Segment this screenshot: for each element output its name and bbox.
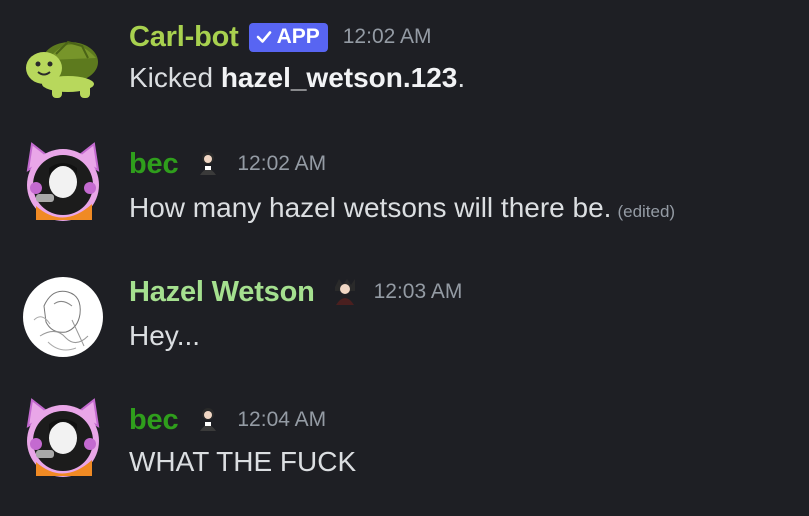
message-header: bec 12:02 AM bbox=[129, 144, 326, 184]
turtle-icon[interactable] bbox=[22, 24, 104, 106]
figure-icon[interactable] bbox=[331, 277, 359, 307]
message-header: Hazel Wetson 12:03 AM bbox=[129, 272, 462, 312]
username[interactable]: Hazel Wetson bbox=[129, 276, 315, 309]
message-text: Hey... bbox=[129, 320, 201, 351]
app-badge: APP bbox=[248, 22, 328, 52]
message-content: WHAT THE FUCK bbox=[129, 446, 356, 478]
message-content: Hey... bbox=[129, 320, 200, 352]
checkmark-icon bbox=[256, 31, 271, 43]
figure-icon[interactable] bbox=[194, 405, 222, 435]
message-content: Kicked hazel_wetson.123. bbox=[129, 62, 465, 94]
figure-icon[interactable] bbox=[194, 149, 222, 179]
message-text: How many hazel wetsons will there be. bbox=[129, 192, 612, 223]
message-header: bec 12:04 AM bbox=[129, 400, 326, 440]
message-text: WHAT THE FUCK bbox=[129, 446, 357, 477]
username[interactable]: bec bbox=[129, 404, 179, 437]
message-bec: bec 12:04 AM WHAT THE FUCK bbox=[0, 386, 809, 496]
message-text-suffix: . bbox=[457, 62, 466, 93]
timestamp[interactable]: 12:02 AM bbox=[343, 25, 432, 49]
app-badge-label: APP bbox=[276, 25, 320, 48]
sketch-avatar[interactable] bbox=[22, 276, 104, 358]
cat-ear-headphones-avatar[interactable] bbox=[22, 396, 104, 478]
message-hazel-wetson: Hazel Wetson 12:03 AM Hey... bbox=[0, 260, 809, 370]
username[interactable]: Carl-bot bbox=[129, 21, 239, 54]
message-content: How many hazel wetsons will there be. (ed… bbox=[129, 192, 675, 224]
cat-ear-headphones-avatar[interactable] bbox=[22, 140, 104, 222]
username[interactable]: bec bbox=[129, 148, 179, 181]
message-text-bold: hazel_wetson.123 bbox=[220, 62, 458, 93]
timestamp[interactable]: 12:03 AM bbox=[374, 280, 463, 304]
message-text-prefix: Kicked bbox=[129, 62, 221, 93]
message-bec: bec 12:02 AM How many hazel wetsons will… bbox=[0, 130, 809, 240]
message-header: Carl-bot APP 12:02 AM bbox=[129, 17, 431, 57]
message-carl-bot: Carl-bot APP 12:02 AM Kicked hazel_wetso… bbox=[0, 0, 809, 110]
timestamp[interactable]: 12:04 AM bbox=[237, 408, 326, 432]
edited-label: (edited) bbox=[617, 202, 676, 221]
timestamp[interactable]: 12:02 AM bbox=[237, 152, 326, 176]
